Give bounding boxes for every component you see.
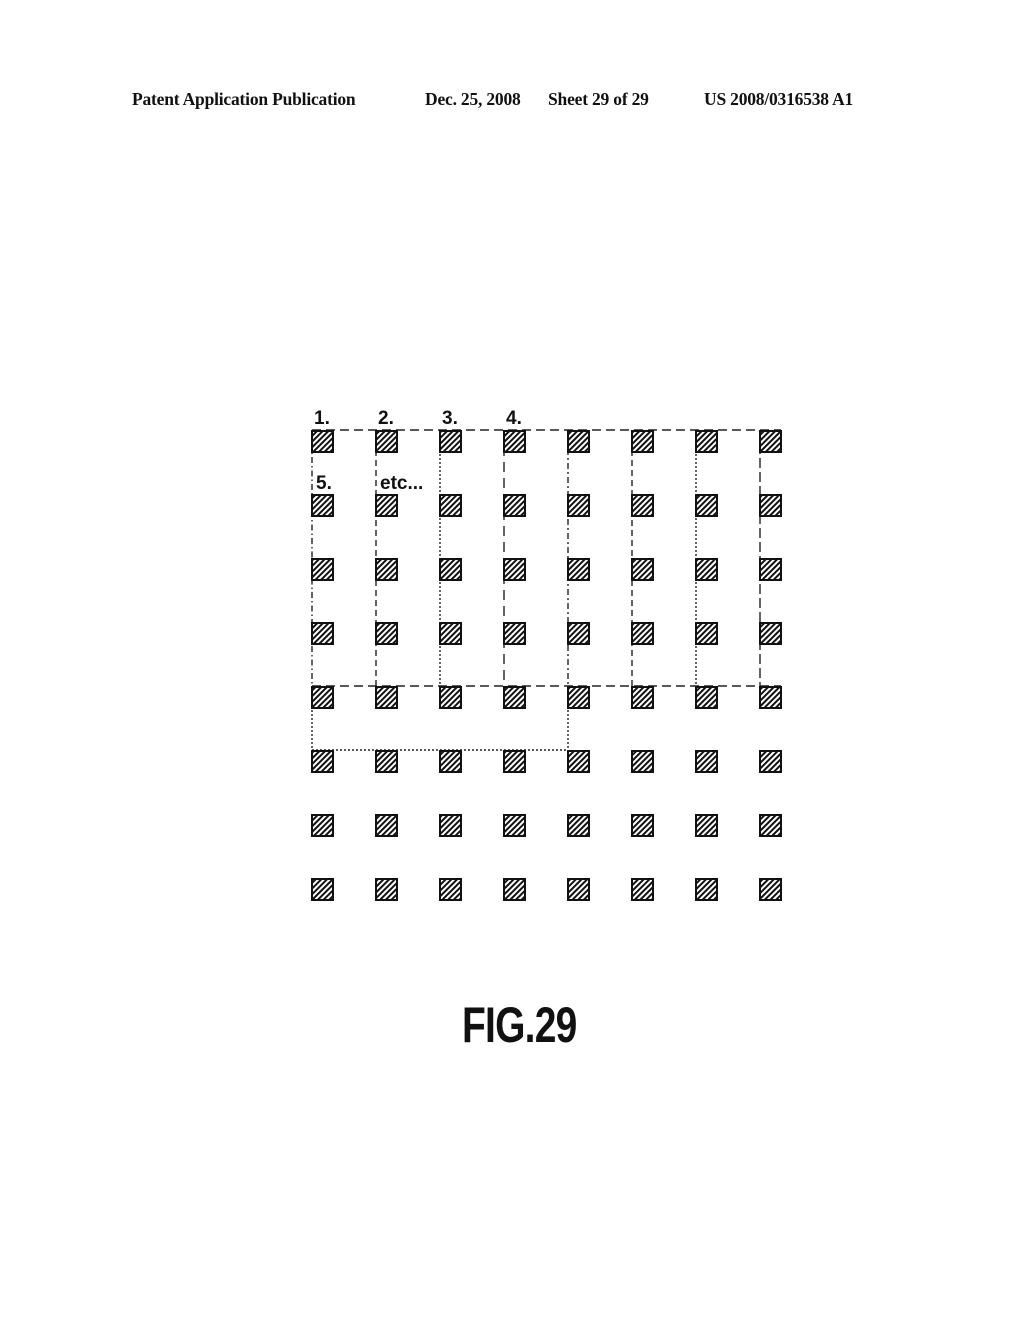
hatched-square (375, 814, 398, 837)
hatched-square (631, 558, 654, 581)
label-etc: etc... (380, 473, 423, 494)
label-4: 4. (506, 408, 522, 429)
hatched-square (695, 686, 718, 709)
hatched-square (439, 430, 462, 453)
hatched-square (631, 430, 654, 453)
hatched-square (439, 878, 462, 901)
hatched-square (311, 622, 334, 645)
hatched-square (311, 494, 334, 517)
hatched-square (503, 814, 526, 837)
label-1: 1. (314, 408, 330, 429)
hatched-square (503, 494, 526, 517)
hatched-square (311, 750, 334, 773)
hatched-square-grid (311, 430, 782, 901)
hatched-square (311, 430, 334, 453)
hatched-square (567, 814, 590, 837)
hatched-square (695, 750, 718, 773)
hatched-square (567, 686, 590, 709)
hatched-square (439, 622, 462, 645)
hatched-square (631, 494, 654, 517)
hatched-square (695, 430, 718, 453)
hatched-square (567, 750, 590, 773)
hatched-square (375, 494, 398, 517)
hatched-square (311, 878, 334, 901)
hatched-square (759, 494, 782, 517)
hatched-square (567, 494, 590, 517)
label-3: 3. (442, 408, 458, 429)
hatched-square (759, 558, 782, 581)
hatched-square (631, 750, 654, 773)
hatched-square (567, 878, 590, 901)
hatched-square (759, 686, 782, 709)
hatched-square (439, 750, 462, 773)
hatched-square (503, 430, 526, 453)
hatched-square (439, 686, 462, 709)
hatched-square (567, 558, 590, 581)
hatched-square (759, 430, 782, 453)
hatched-square (311, 814, 334, 837)
hatched-square (375, 878, 398, 901)
hatched-square (503, 622, 526, 645)
hatched-square (375, 622, 398, 645)
hatched-square (567, 430, 590, 453)
hatched-square (311, 558, 334, 581)
hatched-square (375, 750, 398, 773)
figure-caption: FIG.29 (461, 997, 577, 1053)
hatched-square (375, 558, 398, 581)
hatched-square (503, 686, 526, 709)
hatched-square (631, 622, 654, 645)
hatched-square (695, 494, 718, 517)
block-order-labels: 1. 2. 3. 4. 5. etc... (314, 408, 522, 494)
hatched-square (439, 494, 462, 517)
hatched-square (631, 878, 654, 901)
hatched-square (439, 814, 462, 837)
hatched-square (631, 686, 654, 709)
hatched-square (503, 750, 526, 773)
hatched-square (567, 622, 590, 645)
hatched-square (695, 558, 718, 581)
hatched-square (631, 814, 654, 837)
hatched-square (439, 558, 462, 581)
hatched-square (311, 686, 334, 709)
hatched-square (503, 878, 526, 901)
hatched-square (695, 878, 718, 901)
hatched-square (503, 558, 526, 581)
hatched-square (375, 686, 398, 709)
hatched-square (375, 430, 398, 453)
figure-diagram: 1. 2. 3. 4. 5. etc... (311, 408, 782, 901)
hatched-square (759, 814, 782, 837)
hatched-square (759, 622, 782, 645)
label-5: 5. (316, 473, 332, 494)
hatched-square (759, 750, 782, 773)
label-2: 2. (378, 408, 394, 429)
hatched-square (695, 622, 718, 645)
hatched-square (759, 878, 782, 901)
hatched-square (695, 814, 718, 837)
